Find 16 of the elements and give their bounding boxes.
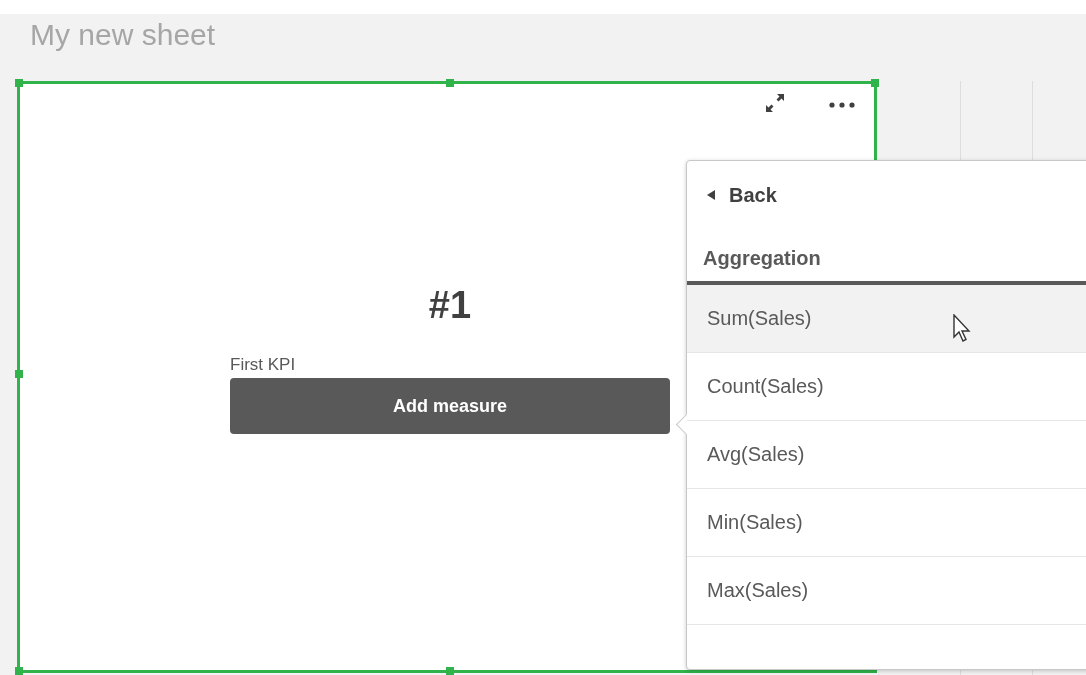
kpi-label: First KPI	[230, 355, 297, 375]
resize-handle[interactable]	[446, 79, 454, 87]
resize-handle[interactable]	[15, 370, 23, 378]
resize-handle[interactable]	[15, 667, 23, 675]
expand-icon[interactable]	[764, 92, 786, 114]
resize-handle[interactable]	[15, 79, 23, 87]
resize-handle[interactable]	[446, 667, 454, 675]
kpi-value: #1	[428, 284, 472, 327]
back-button[interactable]: Back	[687, 161, 777, 229]
mouse-cursor-icon	[953, 314, 973, 344]
resize-handle[interactable]	[871, 79, 879, 87]
back-caret-icon	[707, 190, 715, 200]
aggregation-item[interactable]: Sum(Sales)	[687, 285, 1086, 353]
sheet-title: My new sheet	[29, 17, 217, 53]
more-icon[interactable]	[828, 101, 856, 109]
add-measure-button[interactable]: Add measure	[230, 378, 670, 434]
